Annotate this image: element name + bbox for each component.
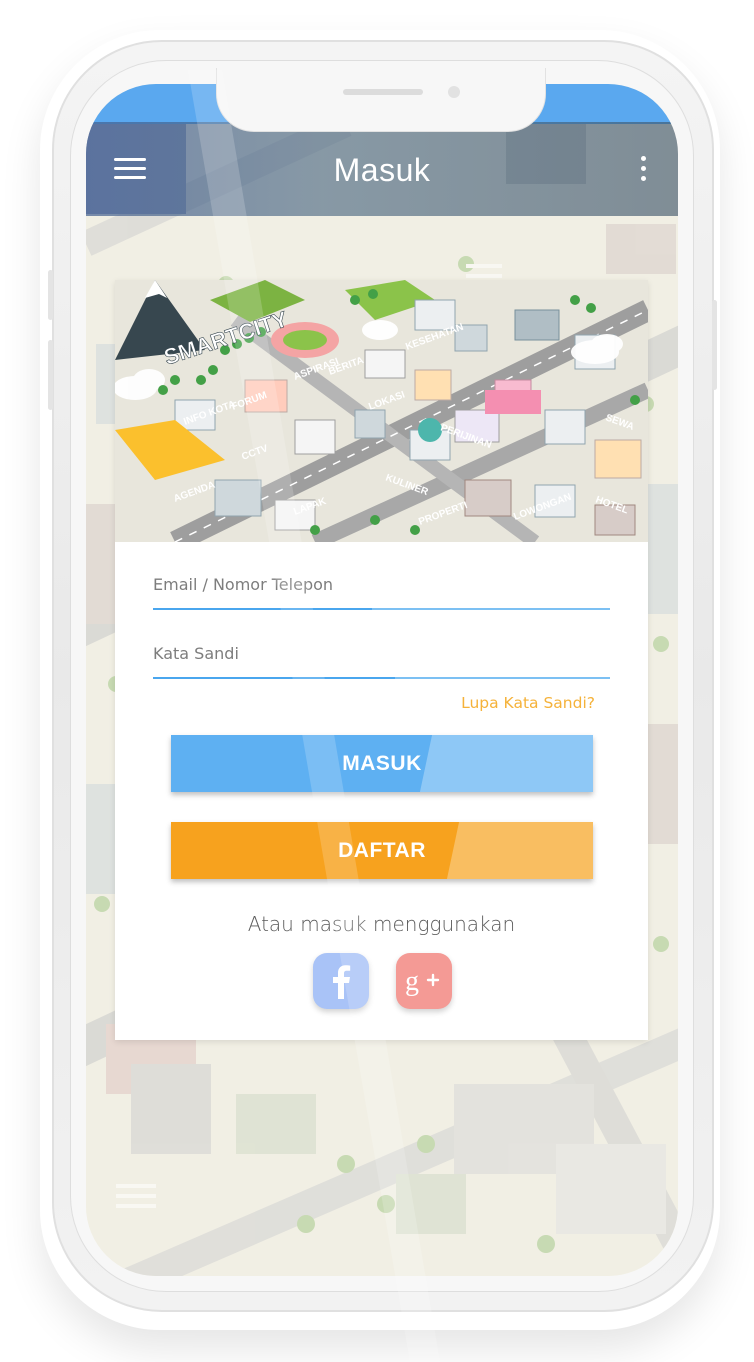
register-button[interactable]: DAFTAR: [171, 822, 593, 879]
google-plus-login-button[interactable]: g: [396, 953, 452, 1009]
email-input[interactable]: [153, 564, 610, 604]
email-underline-focus: [153, 608, 373, 610]
register-button-shine: [446, 822, 593, 879]
alt-login-text: Atau masuk menggunakan: [247, 912, 516, 936]
phone-speaker: [343, 89, 423, 95]
phone-power-button: [712, 300, 717, 390]
phone-camera: [448, 86, 460, 98]
smartcity-banner: SMARTCITY INFO KOTA FORUM ASPIRASI BERIT…: [115, 280, 648, 542]
password-field: [153, 633, 610, 679]
email-field: [153, 564, 610, 610]
login-button-label: MASUK: [342, 751, 422, 775]
phone-volume-up: [48, 270, 53, 320]
facebook-icon: [333, 965, 351, 999]
page: Masuk SMARTCITY INFO KOTA FORUM ASPIRASI…: [0, 0, 754, 1362]
smartcity-banner-illustration: SMARTCITY INFO KOTA FORUM ASPIRASI BERIT…: [115, 280, 648, 542]
phone-notch: [216, 68, 546, 132]
google-plus-icon: g: [405, 966, 440, 997]
login-card: SMARTCITY INFO KOTA FORUM ASPIRASI BERIT…: [115, 280, 648, 1040]
login-button[interactable]: MASUK: [171, 735, 593, 792]
register-button-label: DAFTAR: [338, 838, 426, 862]
password-underline-focus: [153, 677, 396, 679]
phone-volume-down: [48, 340, 53, 410]
page-title: Masuk: [333, 152, 431, 188]
more-vertical-icon[interactable]: [636, 156, 650, 186]
forgot-password-link[interactable]: Lupa Kata Sandi?: [461, 694, 595, 712]
password-input[interactable]: [153, 633, 610, 673]
svg-text:g: g: [405, 966, 419, 997]
login-button-shine: [419, 735, 593, 792]
facebook-login-button[interactable]: [313, 953, 369, 1009]
